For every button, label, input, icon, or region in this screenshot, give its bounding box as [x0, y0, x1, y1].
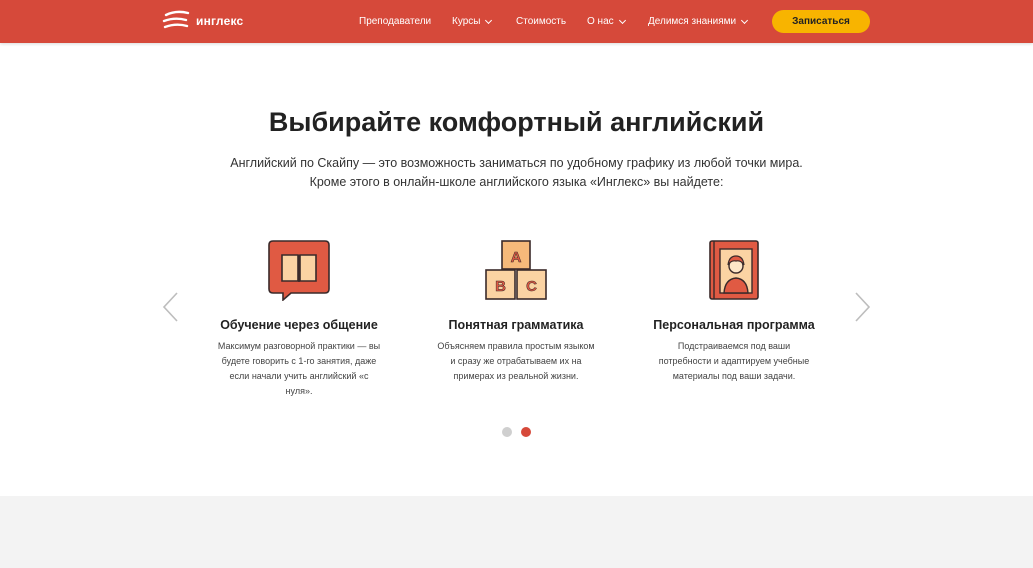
feature-icon-wrap	[634, 237, 834, 301]
profile-book-icon	[709, 240, 759, 300]
card-description: Подстраиваемся под ваши потребности и ад…	[658, 341, 810, 381]
carousel-next-button[interactable]	[853, 292, 871, 322]
nav-courses-label: Курсы	[452, 16, 481, 27]
logo-text: инглекс	[196, 14, 244, 28]
nav-about-label: О нас	[587, 16, 614, 27]
header: инглекс Преподаватели Курсы Стоимость О …	[0, 0, 1033, 43]
nav-price[interactable]: Стоимость	[516, 16, 566, 27]
carousel-dot[interactable]	[502, 427, 512, 437]
carousel-dot-active[interactable]	[521, 427, 531, 437]
nav-teachers[interactable]: Преподаватели	[359, 16, 431, 27]
book-chat-icon	[268, 240, 330, 301]
next-section	[0, 496, 1033, 568]
lead-text: Английский по Скайпу — это возможность з…	[0, 154, 1033, 192]
chevron-down-icon	[485, 16, 493, 24]
card-description: Объясняем правила простым языком и сразу…	[437, 341, 595, 381]
chevron-down-icon	[741, 16, 749, 24]
chevron-down-icon	[618, 16, 626, 24]
carousel-pagination	[502, 427, 531, 437]
chevron-left-icon	[162, 292, 178, 322]
feature-card: Персональная программа Подстраиваемся по…	[634, 237, 834, 384]
card-title: Понятная грамматика	[448, 318, 584, 332]
signup-button[interactable]: Записаться	[772, 10, 870, 33]
card-title: Обучение через общение	[220, 318, 378, 332]
block-letter-c: C	[526, 278, 537, 295]
lead-line-2: Кроме этого в онлайн-школе английского я…	[309, 175, 724, 189]
card-description: Максимум разговорной практики — вы будет…	[217, 341, 381, 396]
feature-icon-wrap: A B C	[416, 237, 616, 301]
nav-price-label: Стоимость	[516, 16, 567, 27]
logo[interactable]: инглекс	[162, 10, 243, 32]
chevron-right-icon	[855, 292, 871, 322]
nav-teachers-label: Преподаватели	[359, 16, 432, 27]
feature-card: Обучение через общение Максимум разговор…	[199, 237, 399, 399]
logo-icon	[162, 10, 190, 29]
abc-blocks-icon: A B C	[485, 240, 547, 300]
lead-line-1: Английский по Скайпу — это возможность з…	[230, 156, 803, 170]
feature-card: A B C Понятная грамматика Объясняем прав…	[416, 237, 616, 384]
page-title: Выбирайте комфортный английский	[268, 107, 765, 137]
nav-courses[interactable]: Курсы	[452, 16, 493, 27]
nav-about[interactable]: О нас	[587, 16, 626, 27]
nav-share[interactable]: Делимся знаниями	[648, 16, 749, 27]
card-title: Персональная программа	[653, 318, 815, 332]
carousel-prev-button[interactable]	[162, 292, 180, 322]
feature-icon-wrap	[199, 237, 399, 301]
nav-share-label: Делимся знаниями	[648, 16, 737, 27]
block-letter-a: A	[511, 249, 522, 266]
block-letter-b: B	[495, 278, 506, 295]
